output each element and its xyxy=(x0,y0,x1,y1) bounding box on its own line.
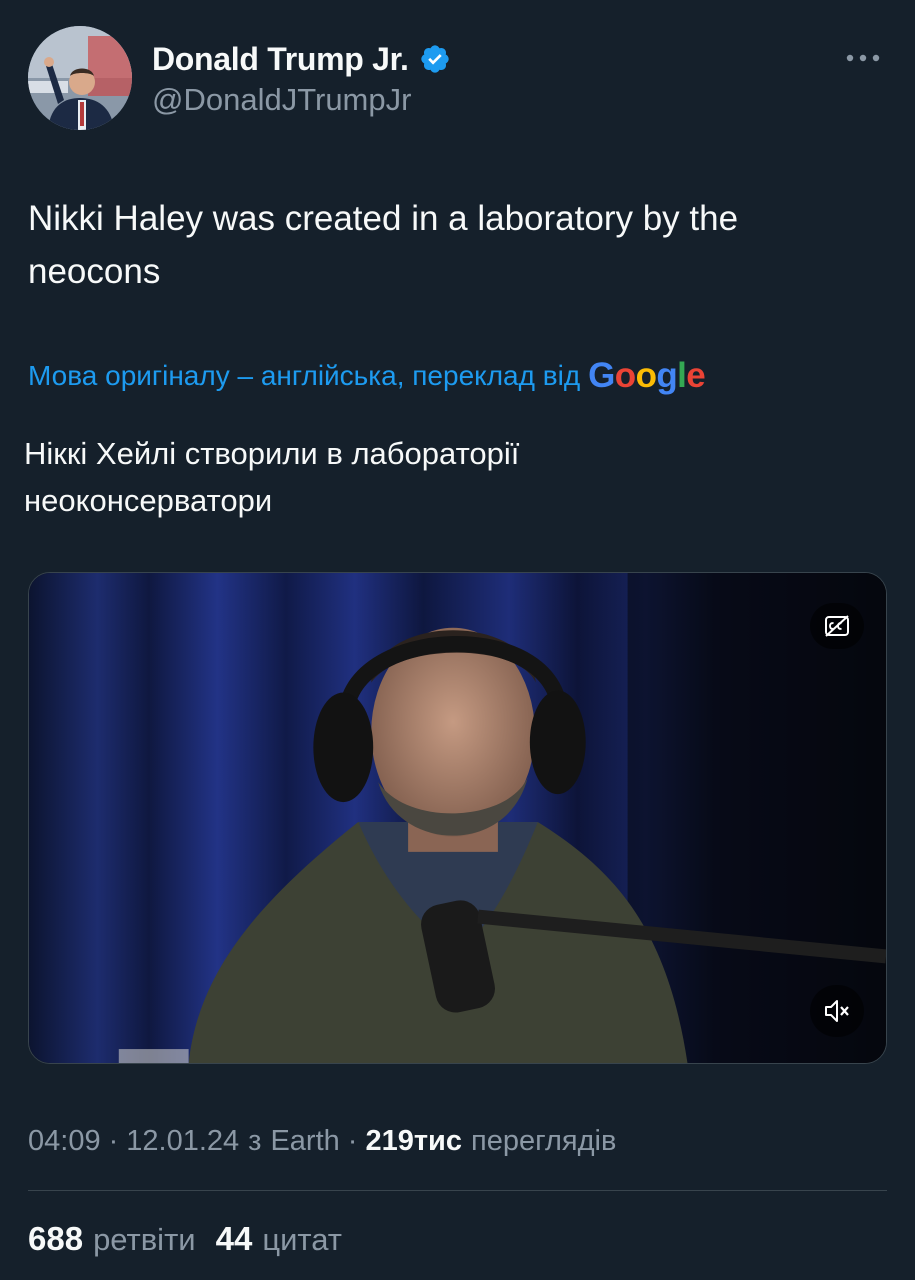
google-logo-letter: G xyxy=(588,356,615,395)
google-logo-letter: l xyxy=(677,356,687,395)
mute-toggle-button[interactable] xyxy=(810,985,864,1037)
video-frame xyxy=(29,573,886,1063)
more-horizontal-icon xyxy=(846,54,880,62)
captions-toggle-button[interactable] xyxy=(810,603,864,649)
quotes-label: цитат xyxy=(262,1222,342,1257)
tweet-meta: 04:09 · 12.01.24 з Earth · 219тис перегл… xyxy=(28,1118,616,1164)
google-logo-letter: o xyxy=(614,356,636,395)
google-logo-letter: g xyxy=(656,356,678,395)
google-logo: Google xyxy=(588,356,706,396)
tweet-detail: Donald Trump Jr. @DonaldJTrumpJr Nikki H… xyxy=(0,0,915,1280)
avatar-image xyxy=(28,26,132,130)
translation-notice-link[interactable]: Мова оригіналу – англійська, переклад ві… xyxy=(28,354,706,398)
quotes-count: 44 xyxy=(215,1220,253,1257)
translated-text-line: неоконсерватори xyxy=(24,483,273,518)
tweet-text: Nikki Haley was created in a laboratory … xyxy=(28,192,888,298)
quotes-stat[interactable]: 44 цитат xyxy=(216,1220,342,1258)
retweets-label: ретвіти xyxy=(93,1222,196,1257)
author-handle[interactable]: @DonaldJTrumpJr xyxy=(152,82,411,118)
source-prefix: з xyxy=(248,1124,262,1157)
captions-off-icon xyxy=(825,615,849,637)
translated-text: Ніккі Хейлі створили в лабораторії неоко… xyxy=(24,430,884,524)
verified-badge-icon xyxy=(419,43,451,75)
author-avatar[interactable] xyxy=(28,26,132,130)
views-label[interactable]: переглядів xyxy=(471,1125,616,1158)
volume-muted-icon xyxy=(825,1000,849,1022)
retweets-stat[interactable]: 688 ретвіти xyxy=(28,1220,196,1258)
tweet-date[interactable]: 12.01.24 xyxy=(126,1125,239,1158)
translated-text-line: Ніккі Хейлі створили в лабораторії xyxy=(24,436,520,471)
views-count[interactable]: 219тис xyxy=(365,1125,462,1158)
tweet-source: Earth xyxy=(270,1124,340,1157)
tweet-text-line: neocons xyxy=(28,252,161,291)
more-options-button[interactable] xyxy=(843,40,883,76)
separator-dot: · xyxy=(347,1124,358,1157)
author-name-row: Donald Trump Jr. xyxy=(152,38,451,80)
separator-dot: · xyxy=(108,1124,119,1157)
translation-notice-text: Мова оригіналу – англійська, переклад ві… xyxy=(28,360,581,391)
video-player[interactable] xyxy=(28,572,887,1064)
divider xyxy=(28,1190,887,1191)
retweets-count: 688 xyxy=(28,1220,84,1257)
tweet-time[interactable]: 04:09 xyxy=(28,1125,101,1158)
tweet-text-line: Nikki Haley was created in a laboratory … xyxy=(28,199,739,238)
author-display-name[interactable]: Donald Trump Jr. xyxy=(152,41,409,78)
google-logo-letter: e xyxy=(686,356,706,395)
tweet-stats: 688 ретвіти 44 цитат xyxy=(28,1214,362,1264)
google-logo-letter: o xyxy=(635,356,657,395)
